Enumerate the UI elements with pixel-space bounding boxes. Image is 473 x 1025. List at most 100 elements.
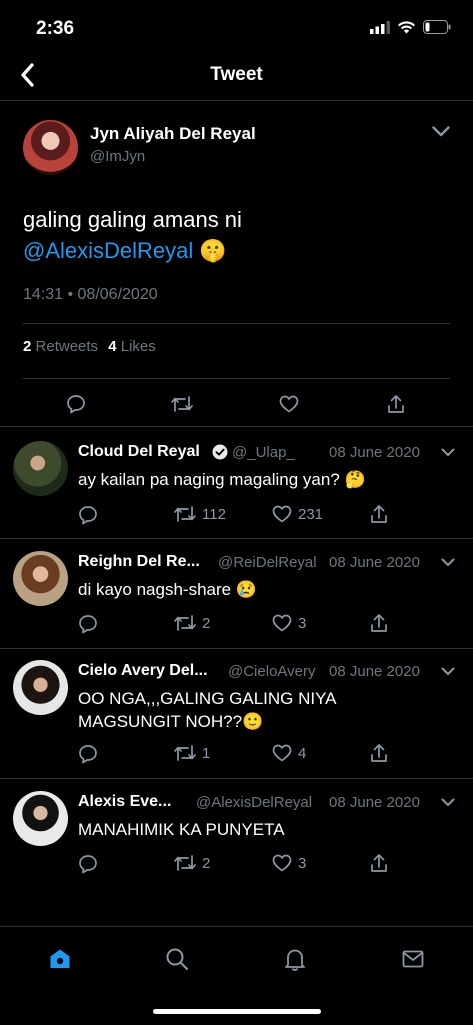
bell-icon — [285, 949, 305, 971]
like-button[interactable]: 3 — [272, 854, 306, 872]
share-icon — [371, 744, 387, 762]
retweets-stat[interactable]: 2 Retweets — [23, 338, 98, 355]
retweet-count: 2 — [202, 614, 211, 632]
share-icon — [371, 505, 387, 523]
retweet-button[interactable]: 1 — [174, 744, 210, 762]
like-count: 3 — [298, 614, 307, 632]
author-avatar[interactable] — [23, 120, 78, 175]
tab-notifications[interactable] — [279, 943, 311, 975]
reply-author-handle[interactable]: @ReiDelReyal — [218, 554, 317, 571]
divider — [23, 323, 450, 324]
reply-author-handle[interactable]: @_Ulap_ — [232, 444, 295, 461]
share-button[interactable] — [370, 853, 388, 873]
share-icon — [371, 614, 387, 632]
likes-label: Likes — [120, 338, 156, 355]
reply-date: 08 June 2020 — [329, 444, 420, 461]
reply-author-name[interactable]: Cloud Del Reyal — [78, 443, 200, 461]
retweet-button[interactable]: 112 — [174, 505, 226, 523]
share-button[interactable] — [370, 504, 388, 524]
reply-button[interactable] — [78, 744, 98, 764]
status-icons — [370, 20, 451, 34]
reply-icon — [79, 506, 97, 525]
retweet-button[interactable]: 2 — [174, 614, 210, 632]
reply-author-name[interactable]: Reighn Del Re... — [78, 553, 200, 571]
retweet-button[interactable] — [168, 390, 196, 418]
reply-author-handle[interactable]: @CieloAvery — [228, 663, 315, 680]
reply-menu-button[interactable] — [437, 551, 459, 573]
reply-menu-button[interactable] — [437, 791, 459, 813]
reply-author-name[interactable]: Alexis Eve... — [78, 793, 171, 811]
reply-date: 08 June 2020 — [329, 554, 420, 571]
retweet-count: 2 — [202, 854, 211, 872]
verified-badge-icon — [212, 444, 228, 460]
like-button[interactable]: 231 — [272, 505, 323, 523]
tab-messages[interactable] — [397, 943, 429, 975]
wifi-icon — [398, 20, 415, 33]
tweet-emoji: 🤫 — [199, 238, 227, 263]
reply-menu-button[interactable] — [437, 660, 459, 682]
likes-count: 4 — [108, 338, 117, 355]
reply-avatar[interactable] — [13, 441, 68, 496]
tweet-stats: 2 Retweets 4 Likes — [23, 338, 156, 355]
retweet-count: 112 — [202, 505, 226, 523]
reply-actions: 112 231 — [78, 503, 398, 527]
reply-avatar[interactable] — [13, 551, 68, 606]
heart-icon — [272, 854, 292, 872]
like-button[interactable]: 3 — [272, 614, 306, 632]
like-button[interactable]: 4 — [272, 744, 306, 762]
mail-icon — [402, 950, 424, 968]
like-count: 3 — [298, 854, 307, 872]
reply-text: ay kailan pa naging magaling yan? 🤔 — [78, 470, 366, 489]
reply-avatar[interactable] — [13, 660, 68, 715]
reply-text: MANAHIMIK KA PUNYETA — [78, 820, 285, 839]
likes-stat[interactable]: 4 Likes — [108, 338, 156, 355]
reply-avatar[interactable] — [13, 791, 68, 846]
reply-actions: 2 3 — [78, 852, 398, 876]
retweet-icon — [174, 745, 196, 761]
reply-date: 08 June 2020 — [329, 663, 420, 680]
retweet-icon — [171, 396, 193, 412]
home-indicator — [153, 1009, 321, 1014]
share-button[interactable] — [370, 613, 388, 633]
page-title: Tweet — [210, 64, 263, 85]
reply-icon — [67, 395, 85, 414]
divider — [0, 648, 473, 649]
tweet-timestamp: 14:31 • 08/06/2020 — [23, 286, 158, 303]
tab-search[interactable] — [161, 943, 193, 975]
like-count: 231 — [298, 505, 324, 523]
like-button[interactable] — [275, 390, 303, 418]
divider — [23, 378, 450, 379]
retweet-icon — [174, 615, 196, 631]
retweet-icon — [174, 506, 196, 522]
reply-button[interactable] — [78, 614, 98, 634]
share-icon — [388, 395, 404, 413]
share-button[interactable] — [370, 743, 388, 763]
chevron-down-icon — [441, 667, 455, 675]
reply-button[interactable] — [78, 505, 98, 525]
share-icon — [371, 854, 387, 872]
mention-link[interactable]: @AlexisDelReyal — [23, 238, 193, 263]
tweet-menu-button[interactable] — [428, 118, 454, 144]
reply-text-line2: MAGSUNGIT NOH??🙂 — [78, 712, 264, 731]
home-icon — [50, 949, 70, 968]
reply-button[interactable] — [62, 390, 90, 418]
tab-home[interactable] — [44, 943, 76, 975]
retweet-button[interactable]: 2 — [174, 854, 210, 872]
chevron-down-icon — [441, 798, 455, 806]
tweet-text-line1: galing galing amans ni — [23, 207, 242, 232]
reply-icon — [79, 615, 97, 634]
chevron-down-icon — [441, 558, 455, 566]
divider — [0, 778, 473, 779]
author-handle[interactable]: @ImJyn — [90, 148, 145, 165]
search-icon — [166, 948, 188, 970]
author-name[interactable]: Jyn Aliyah Del Reyal — [90, 124, 256, 144]
status-time: 2:36 — [36, 18, 75, 39]
chevron-down-icon — [432, 125, 450, 136]
divider — [0, 538, 473, 539]
reply-author-handle[interactable]: @AlexisDelReyal — [196, 794, 312, 811]
reply-menu-button[interactable] — [437, 441, 459, 463]
reply-author-name[interactable]: Cielo Avery Del... — [78, 662, 208, 680]
reply-button[interactable] — [78, 854, 98, 874]
share-button[interactable] — [382, 390, 410, 418]
tweet-text-line2: @AlexisDelReyal 🤫 — [23, 238, 227, 264]
